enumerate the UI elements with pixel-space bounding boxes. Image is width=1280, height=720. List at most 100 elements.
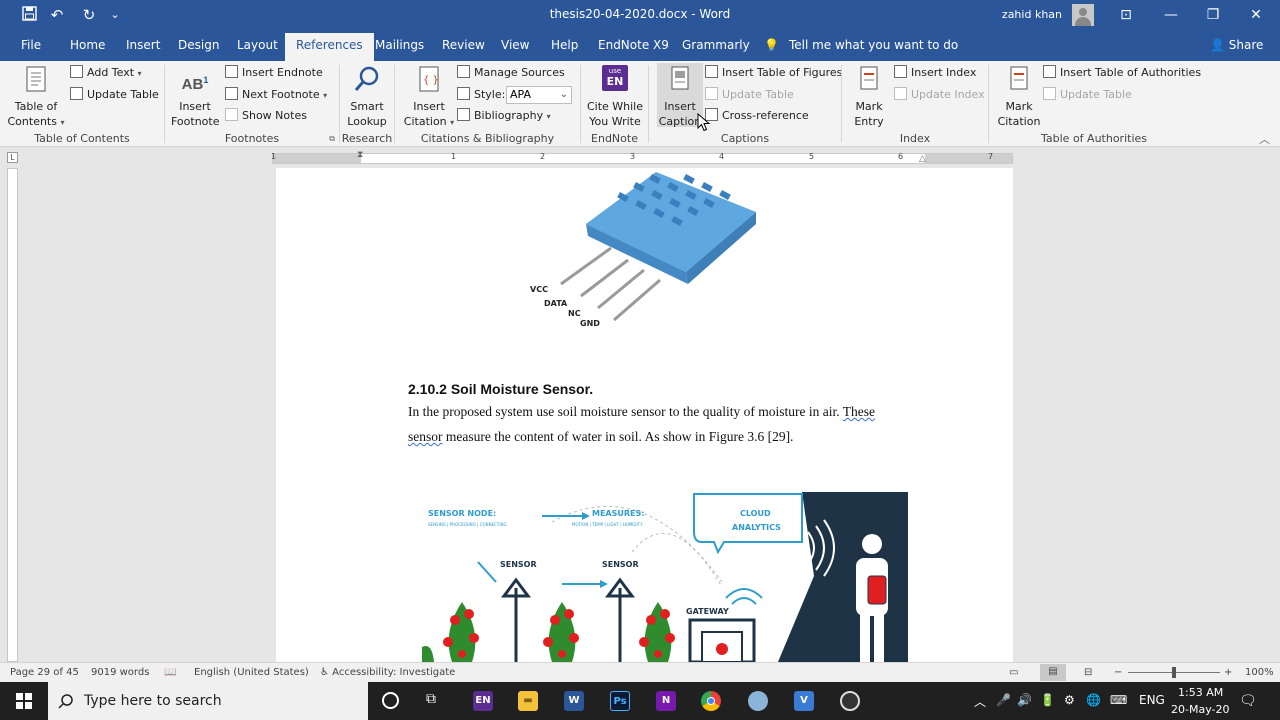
- mark-entry-icon: [854, 65, 884, 95]
- tab-layout[interactable]: Layout: [237, 38, 278, 52]
- language-globe-icon[interactable]: 🌐: [1086, 693, 1101, 707]
- chrome-icon[interactable]: [701, 691, 721, 711]
- update-index-button[interactable]: Update Index: [894, 86, 985, 104]
- tell-me-box[interactable]: 💡 Tell me what you want to do: [764, 38, 958, 52]
- close-button[interactable]: ✕: [1233, 0, 1279, 30]
- proofing-icon[interactable]: 📖: [164, 667, 176, 678]
- battery-icon[interactable]: 🔋: [1040, 693, 1055, 707]
- tab-file[interactable]: File: [21, 38, 41, 52]
- tab-mailings[interactable]: Mailings: [375, 38, 424, 52]
- cite-while-you-write-button[interactable]: use EN Cite While You Write: [585, 65, 645, 129]
- zoom-in-button[interactable]: +: [1224, 667, 1232, 678]
- zoom-out-button[interactable]: −: [1114, 667, 1122, 678]
- restore-button[interactable]: ❐: [1190, 0, 1236, 30]
- language-indicator[interactable]: English (United States): [194, 667, 309, 678]
- table-of-contents-button[interactable]: Table of Contents ▾: [6, 65, 66, 130]
- mark-citation-button[interactable]: Mark Citation: [993, 65, 1045, 129]
- mark-citation-label-1: Mark: [1005, 100, 1033, 113]
- volume-icon[interactable]: 🔊: [1017, 693, 1032, 707]
- manage-sources-icon: [457, 65, 470, 78]
- user-name[interactable]: zahid khan: [1002, 8, 1062, 21]
- group-footnotes: AB1 Insert Footnote Insert Endnote Next …: [165, 61, 339, 147]
- insert-citation-button[interactable]: { } Insert Citation ▾: [401, 65, 457, 130]
- insert-footnote-button[interactable]: AB1 Insert Footnote: [171, 65, 220, 129]
- manage-sources-button[interactable]: Manage Sources: [457, 64, 565, 82]
- bibliography-button[interactable]: Bibliography ▾: [457, 107, 551, 125]
- tab-design[interactable]: Design: [178, 38, 219, 52]
- clock-date[interactable]: 20-May-20: [1171, 703, 1229, 716]
- tab-review[interactable]: Review: [442, 38, 485, 52]
- right-indent-marker-icon[interactable]: △: [919, 154, 926, 164]
- read-mode-icon[interactable]: ▭: [1009, 667, 1018, 678]
- minimize-button[interactable]: —: [1148, 0, 1194, 30]
- update-icon: [70, 87, 83, 100]
- network-icon[interactable]: ⚙: [1064, 693, 1075, 707]
- microphone-icon[interactable]: 🎤: [996, 693, 1011, 707]
- mark-entry-button[interactable]: Mark Entry: [846, 65, 892, 129]
- tab-home[interactable]: Home: [70, 38, 105, 52]
- insert-endnote-button[interactable]: Insert Endnote: [225, 64, 323, 82]
- ruler-scale[interactable]: 1 1 2 3 4 5 6 7: [271, 152, 1013, 164]
- collapse-ribbon-icon[interactable]: ︿: [1259, 131, 1270, 147]
- update-table-toa-button[interactable]: Update Table: [1043, 86, 1132, 104]
- ruler-number: 6: [898, 152, 904, 161]
- footnote-icon: AB1: [181, 75, 209, 93]
- grammar-flagged-word[interactable]: sensor: [408, 429, 443, 444]
- tab-selector-icon[interactable]: L: [7, 152, 18, 163]
- figure-gateway-label: GATEWAY: [686, 607, 729, 616]
- zoom-level[interactable]: 100%: [1245, 667, 1274, 678]
- share-button[interactable]: 👤 Share: [1210, 38, 1263, 52]
- print-layout-icon[interactable]: ▤: [1040, 664, 1066, 681]
- app-v-icon[interactable]: V: [794, 691, 814, 711]
- style-dropdown[interactable]: APA ⌄: [506, 86, 572, 104]
- page-count[interactable]: Page 29 of 45: [10, 667, 79, 678]
- word-count[interactable]: 9019 words: [91, 667, 149, 678]
- cortana-icon[interactable]: [382, 692, 399, 709]
- obs-icon[interactable]: [840, 691, 860, 711]
- tab-view[interactable]: View: [501, 38, 529, 52]
- insert-table-of-authorities-button[interactable]: Insert Table of Authorities: [1043, 64, 1201, 82]
- ribbon-display-options-button[interactable]: ⊡: [1103, 0, 1149, 30]
- accessibility-status[interactable]: ♿ Accessibility: Investigate: [320, 667, 455, 678]
- photoshop-icon[interactable]: Ps: [610, 691, 630, 711]
- zoom-slider-thumb[interactable]: [1172, 667, 1176, 678]
- cross-reference-button[interactable]: Cross-reference: [705, 107, 809, 125]
- dialog-launcher-icon[interactable]: ⧉: [329, 134, 335, 144]
- smart-lookup-label-1: Smart: [350, 100, 384, 113]
- taskbar-search-box[interactable]: Type here to search: [48, 682, 368, 720]
- update-table-toc-button[interactable]: Update Table: [70, 86, 159, 104]
- tab-help[interactable]: Help: [551, 38, 578, 52]
- toa-icon: [1043, 65, 1056, 78]
- tab-insert[interactable]: Insert: [126, 38, 160, 52]
- onenote-icon[interactable]: N: [656, 691, 676, 711]
- add-text-button[interactable]: Add Text ▾: [70, 64, 142, 82]
- avatar[interactable]: [1072, 4, 1094, 26]
- tab-endnote[interactable]: EndNote X9: [598, 38, 669, 52]
- word-taskbar-icon[interactable]: W: [564, 691, 584, 711]
- insert-footnote-label-1: Insert: [179, 100, 211, 113]
- grammar-flagged-word[interactable]: These: [843, 404, 875, 419]
- insert-caption-label-1: Insert: [664, 100, 696, 113]
- tray-overflow-icon[interactable]: ︿: [974, 693, 986, 710]
- show-notes-button[interactable]: Show Notes: [225, 107, 307, 125]
- input-language[interactable]: ENG: [1139, 693, 1165, 707]
- document-page[interactable]: VCC DATA NC GND 2.10.2 Soil Moisture Sen…: [276, 168, 1013, 662]
- web-layout-icon[interactable]: ⊟: [1084, 667, 1092, 678]
- notification-icon[interactable]: 🗨: [1239, 693, 1257, 709]
- tab-grammarly[interactable]: Grammarly: [682, 38, 750, 52]
- insert-table-of-figures-button[interactable]: Insert Table of Figures: [705, 64, 842, 82]
- file-explorer-icon[interactable]: ▬: [518, 691, 538, 711]
- tab-references[interactable]: References: [285, 33, 374, 61]
- globe-app-icon[interactable]: [748, 691, 768, 711]
- indent-marker-icon[interactable]: ⧗: [357, 150, 363, 160]
- clock-time[interactable]: 1:53 AM: [1178, 686, 1223, 699]
- keyboard-icon[interactable]: ⌨: [1110, 693, 1127, 707]
- windows-start-icon[interactable]: [16, 693, 32, 709]
- next-footnote-button[interactable]: Next Footnote ▾: [225, 86, 327, 104]
- task-view-icon[interactable]: ⧉: [426, 691, 436, 707]
- add-text-icon: [70, 65, 83, 78]
- smart-lookup-button[interactable]: Smart Lookup: [343, 65, 391, 129]
- insert-index-button[interactable]: Insert Index: [894, 64, 976, 82]
- endnote-taskbar-icon[interactable]: EN: [473, 691, 493, 711]
- update-table-captions-button[interactable]: Update Table: [705, 86, 794, 104]
